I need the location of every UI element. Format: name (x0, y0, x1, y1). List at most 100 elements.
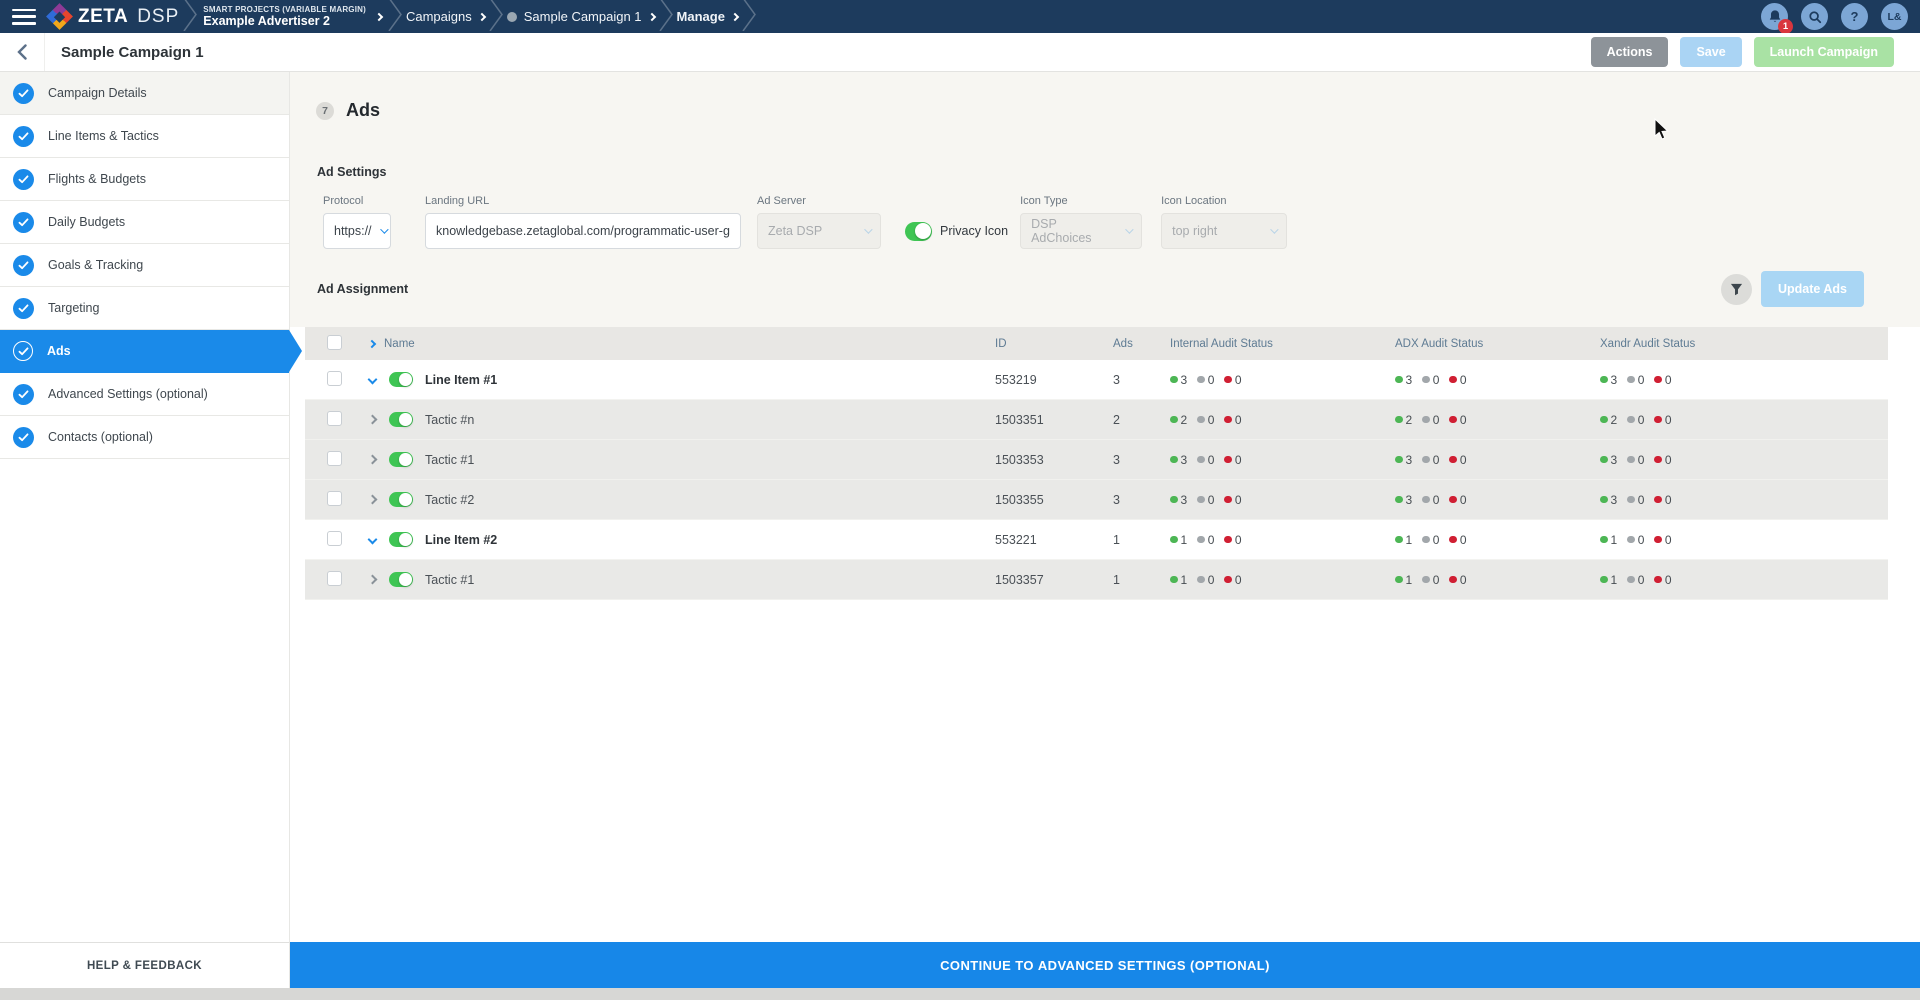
row-enabled-toggle[interactable] (389, 492, 413, 507)
row-name: Line Item #2 (425, 532, 498, 547)
rejected-count: 0 (1654, 373, 1672, 387)
logo-text-dsp: DSP (137, 5, 180, 27)
actions-button[interactable]: Actions (1590, 37, 1669, 67)
notifications-button[interactable]: 1 (1761, 3, 1793, 34)
icon-location-select[interactable]: top right (1161, 213, 1288, 249)
row-enabled-toggle[interactable] (389, 572, 413, 587)
chevron-right-icon (730, 12, 740, 21)
rejected-count: 0 (1224, 413, 1242, 427)
table-row[interactable]: Line Item #1 553219 3 300 300 300 (305, 360, 1888, 400)
rejected-count: 0 (1224, 373, 1242, 387)
hamburger-menu-icon[interactable] (12, 8, 36, 25)
expand-chevron-icon[interactable] (367, 374, 378, 385)
column-header-ads[interactable]: Ads (1113, 338, 1170, 350)
row-checkbox[interactable] (327, 450, 342, 466)
sidebar-item-targeting[interactable]: Targeting (0, 287, 289, 330)
approved-count: 3 (1170, 493, 1187, 507)
pending-count: 0 (1422, 533, 1439, 547)
table-row[interactable]: Tactic #2 1503355 3 300 300 300 (305, 480, 1888, 520)
section-heading-ads: Ads (346, 100, 381, 120)
landing-url-input[interactable] (425, 213, 741, 249)
row-enabled-toggle[interactable] (389, 532, 413, 547)
expand-chevron-icon[interactable] (367, 414, 378, 425)
row-enabled-toggle[interactable] (389, 412, 413, 427)
privacy-icon-toggle[interactable] (905, 221, 932, 241)
sidebar-item-contacts-optional[interactable]: Contacts (optional) (0, 416, 289, 459)
row-checkbox[interactable] (327, 490, 342, 506)
row-name: Line Item #1 (425, 372, 498, 387)
user-avatar[interactable]: L& (1881, 3, 1908, 30)
gray-dot-icon (1627, 375, 1635, 384)
green-dot-icon (1170, 375, 1178, 384)
ad-server-select[interactable]: Zeta DSP (757, 213, 881, 249)
continue-button[interactable]: CONTINUE TO ADVANCED SETTINGS (OPTIONAL) (290, 942, 1920, 988)
row-checkbox[interactable] (327, 410, 342, 426)
xandr-audit-status: 100 (1600, 573, 1888, 587)
table-row[interactable]: Tactic #1 1503357 1 100 100 100 (305, 560, 1888, 600)
red-dot-icon (1449, 415, 1457, 424)
breadcrumb-item[interactable]: Sample Campaign 1 (506, 9, 656, 24)
search-button[interactable] (1801, 3, 1828, 30)
column-header-xandr-audit[interactable]: Xandr Audit Status (1600, 338, 1888, 350)
column-header-internal-audit[interactable]: Internal Audit Status (1170, 338, 1395, 350)
protocol-select[interactable]: https:// (323, 213, 391, 249)
expand-all-chevron-icon[interactable] (367, 339, 377, 348)
save-button[interactable]: Save (1680, 37, 1742, 67)
sidebar-item-flights-budgets[interactable]: Flights & Budgets (0, 158, 289, 201)
expand-chevron-icon[interactable] (367, 454, 378, 465)
sidebar-item-goals-tracking[interactable]: Goals & Tracking (0, 244, 289, 287)
expand-chevron-icon[interactable] (367, 574, 378, 585)
column-header-id[interactable]: ID (995, 338, 1113, 350)
approved-count: 3 (1395, 453, 1412, 467)
breadcrumb-item[interactable]: Campaigns (406, 9, 486, 24)
table-row[interactable]: Line Item #2 553221 1 100 100 100 (305, 520, 1888, 560)
expand-chevron-icon[interactable] (367, 534, 378, 545)
icon-type-select[interactable]: DSP AdChoices (1020, 213, 1143, 249)
adx-audit-status: 100 (1395, 533, 1600, 547)
step-number-badge: 7 (316, 101, 334, 120)
pending-count: 0 (1422, 413, 1439, 427)
select-all-checkbox[interactable] (327, 334, 342, 350)
ad-settings-title: Ad Settings (317, 165, 387, 179)
pending-count: 0 (1627, 533, 1644, 547)
table-row[interactable]: Tactic #n 1503351 2 200 200 200 (305, 400, 1888, 440)
gray-dot-icon (1627, 415, 1635, 424)
gray-dot-icon (1422, 495, 1430, 504)
table-row[interactable]: Tactic #1 1503353 3 300 300 300 (305, 440, 1888, 480)
rejected-count: 0 (1224, 493, 1242, 507)
approved-count: 1 (1395, 533, 1412, 547)
rejected-count: 0 (1224, 533, 1242, 547)
breadcrumb-advertiser[interactable]: SMART PROJECTS (VARIABLE MARGIN) Example… (203, 5, 366, 29)
filter-button[interactable] (1721, 273, 1752, 305)
chevron-left-icon (17, 44, 27, 60)
launch-campaign-button[interactable]: Launch Campaign (1753, 37, 1894, 67)
sidebar-item-line-items-tactics[interactable]: Line Items & Tactics (0, 115, 289, 158)
rejected-count: 0 (1449, 493, 1467, 507)
sidebar-item-ads[interactable]: Ads (0, 330, 302, 373)
pending-count: 0 (1422, 573, 1439, 587)
expand-chevron-icon[interactable] (367, 494, 378, 505)
row-checkbox[interactable] (327, 570, 342, 586)
red-dot-icon (1449, 455, 1457, 464)
help-button[interactable]: ? (1841, 3, 1868, 30)
sidebar-item-advanced-settings-optional[interactable]: Advanced Settings (optional) (0, 373, 289, 416)
row-enabled-toggle[interactable] (389, 372, 413, 387)
column-header-name[interactable]: Name (384, 338, 415, 350)
sidebar-item-campaign-details[interactable]: Campaign Details (0, 72, 289, 115)
internal-audit-status: 100 (1170, 573, 1395, 587)
pending-count: 0 (1422, 373, 1439, 387)
help-feedback-button[interactable]: HELP & FEEDBACK (0, 942, 290, 988)
zeta-dsp-logo[interactable]: ZETA DSP (46, 3, 180, 30)
back-button[interactable] (0, 33, 45, 71)
breadcrumb-item[interactable]: Manage (677, 9, 740, 24)
bottom-strip (0, 988, 1920, 1000)
sidebar-item-daily-budgets[interactable]: Daily Budgets (0, 201, 289, 244)
row-enabled-toggle[interactable] (389, 452, 413, 467)
update-ads-button[interactable]: Update Ads (1761, 271, 1864, 307)
column-header-adx-audit[interactable]: ADX Audit Status (1395, 338, 1600, 350)
pending-count: 0 (1627, 573, 1644, 587)
rejected-count: 0 (1654, 573, 1672, 587)
row-checkbox[interactable] (327, 370, 342, 386)
row-checkbox[interactable] (327, 530, 342, 546)
row-id: 1503351 (995, 412, 1044, 427)
